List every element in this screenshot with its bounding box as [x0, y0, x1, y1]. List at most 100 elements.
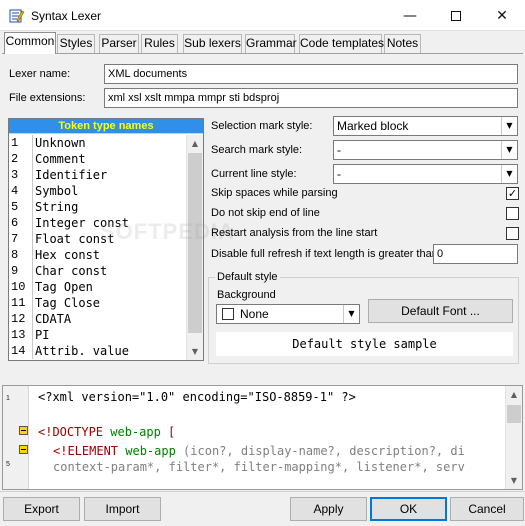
- line-number: 5: [6, 461, 10, 468]
- token-list-header: Token type names: [9, 119, 203, 134]
- app-icon: [9, 9, 25, 23]
- search-mark-select[interactable]: - ▼: [333, 140, 518, 160]
- token-list-item[interactable]: 4 Symbol: [9, 183, 187, 199]
- token-name: Attrib. value: [35, 344, 129, 358]
- disable-refresh-input[interactable]: 0: [433, 244, 518, 264]
- token-list-item[interactable]: 11 Tag Close: [9, 295, 187, 311]
- tab-parser[interactable]: Parser: [99, 34, 139, 53]
- minimize-button[interactable]: —: [387, 0, 433, 31]
- export-button[interactable]: Export: [3, 497, 80, 521]
- code-line: context-param*, filter*, filter-mapping*…: [53, 460, 465, 474]
- no-skip-end-checkbox[interactable]: [506, 207, 519, 220]
- scroll-thumb[interactable]: [507, 405, 521, 423]
- fold-collapse-icon[interactable]: [19, 445, 28, 454]
- token-list-item[interactable]: 1 Unknown: [9, 135, 187, 151]
- scroll-up-icon[interactable]: ▲: [506, 386, 522, 403]
- current-line-value: -: [337, 167, 341, 181]
- tab-rules[interactable]: Rules: [141, 34, 178, 53]
- editor-gutter: 1 5: [3, 386, 29, 489]
- token-list-item[interactable]: 3 Identifier: [9, 167, 187, 183]
- token-name: Hex const: [35, 248, 101, 262]
- tab-bar: Common Styles Parser Rules Sub lexers Gr…: [0, 31, 525, 54]
- token-list-item[interactable]: 12 CDATA: [9, 311, 187, 327]
- maximize-button[interactable]: [433, 0, 479, 31]
- code-token: web-app: [125, 444, 176, 458]
- apply-button[interactable]: Apply: [290, 497, 367, 521]
- token-list-item[interactable]: 8 Hex const: [9, 247, 187, 263]
- token-number: 3: [9, 167, 33, 183]
- token-name: PI: [35, 328, 50, 342]
- chevron-down-icon: ▼: [501, 117, 517, 135]
- maximize-icon: [451, 10, 461, 21]
- file-extensions-input[interactable]: xml xsl xslt mmpa mmpr sti bdsproj: [104, 88, 518, 108]
- scroll-up-icon[interactable]: ▲: [187, 135, 203, 152]
- code-token: <?xml version="1.0" encoding="ISO-8859-1…: [38, 390, 356, 404]
- default-style-group-title: Default style: [215, 271, 280, 283]
- tab-panel-border: [2, 53, 523, 54]
- background-select[interactable]: None ▼: [216, 304, 360, 324]
- close-icon: ✕: [496, 7, 508, 24]
- window-title: Syntax Lexer: [31, 9, 102, 23]
- token-list-item[interactable]: 13 PI: [9, 327, 187, 343]
- scroll-down-icon[interactable]: ▼: [506, 472, 522, 489]
- token-list-item[interactable]: 9 Char const: [9, 263, 187, 279]
- title-bar: Syntax Lexer — ✕: [0, 0, 525, 31]
- token-list-item[interactable]: 2 Comment: [9, 151, 187, 167]
- selection-mark-label: Selection mark style:: [211, 120, 313, 132]
- token-list-item[interactable]: 14 Attrib. value: [9, 343, 187, 359]
- token-list-scrollbar[interactable]: ▲ ▼: [186, 135, 203, 360]
- tab-styles[interactable]: Styles: [57, 34, 95, 53]
- line-number: 1: [6, 395, 10, 402]
- code-token: [: [160, 425, 176, 439]
- color-swatch-icon: [222, 308, 234, 320]
- selection-mark-select[interactable]: Marked block ▼: [333, 116, 518, 136]
- skip-spaces-checkbox[interactable]: ✓: [506, 187, 519, 200]
- disable-refresh-label: Disable full refresh if text length is g…: [211, 248, 438, 260]
- token-name: CDATA: [35, 312, 72, 326]
- code-line: <!DOCTYPE web-app [: [38, 425, 175, 439]
- token-number: 7: [9, 231, 33, 247]
- token-number: 2: [9, 151, 33, 167]
- token-rows: 1 Unknown 2 Comment 3 Identifier 4 Symbol 5 Strin…: [9, 135, 187, 360]
- token-name: Comment: [35, 152, 86, 166]
- bottom-separator: [0, 491, 525, 492]
- code-preview-editor[interactable]: 1 5 <?xml version="1.0" encoding="ISO-88…: [2, 385, 523, 490]
- current-line-label: Current line style:: [211, 168, 297, 180]
- token-number: 4: [9, 183, 33, 199]
- scroll-down-icon[interactable]: ▼: [187, 343, 203, 360]
- current-line-select[interactable]: - ▼: [333, 164, 518, 184]
- skip-spaces-label: Skip spaces while parsing: [211, 187, 338, 199]
- lexer-name-label: Lexer name:: [9, 68, 71, 80]
- tab-notes[interactable]: Notes: [384, 34, 421, 53]
- token-number: 11: [9, 295, 33, 311]
- code-line: <?xml version="1.0" encoding="ISO-8859-1…: [38, 390, 356, 404]
- search-mark-label: Search mark style:: [211, 144, 303, 156]
- code-token: <!DOCTYPE: [38, 425, 111, 439]
- close-button[interactable]: ✕: [479, 0, 525, 31]
- token-number: 10: [9, 279, 33, 295]
- token-list-item[interactable]: 5 String: [9, 199, 187, 215]
- restart-analysis-label: Restart analysis from the line start: [211, 227, 378, 239]
- code-token: context-param*, filter*, filter-mapping*…: [53, 460, 465, 474]
- restart-analysis-checkbox[interactable]: [506, 227, 519, 240]
- token-name: Tag Open: [35, 280, 93, 294]
- code-line: <!ELEMENT web-app (icon?, display-name?,…: [53, 444, 465, 458]
- fold-collapse-icon[interactable]: [19, 426, 28, 435]
- lexer-name-input[interactable]: XML documents: [104, 64, 518, 84]
- import-button[interactable]: Import: [84, 497, 161, 521]
- ok-button[interactable]: OK: [370, 497, 447, 521]
- code-token: <!ELEMENT: [53, 444, 126, 458]
- editor-scrollbar[interactable]: ▲ ▼: [505, 386, 522, 489]
- token-list-item[interactable]: 10 Tag Open: [9, 279, 187, 295]
- default-font-button[interactable]: Default Font ...: [368, 299, 513, 323]
- chevron-down-icon: ▼: [343, 305, 359, 323]
- code-token: (icon?, display-name?, description?, di: [175, 444, 465, 458]
- tab-common[interactable]: Common: [4, 32, 56, 54]
- token-number: 9: [9, 263, 33, 279]
- cancel-button[interactable]: Cancel: [450, 497, 524, 521]
- tab-grammar[interactable]: Grammar: [245, 34, 297, 53]
- search-mark-value: -: [337, 143, 341, 157]
- tab-code-templates[interactable]: Code templates: [299, 34, 384, 53]
- chevron-down-icon: ▼: [501, 165, 517, 183]
- tab-sub-lexers[interactable]: Sub lexers: [183, 34, 242, 53]
